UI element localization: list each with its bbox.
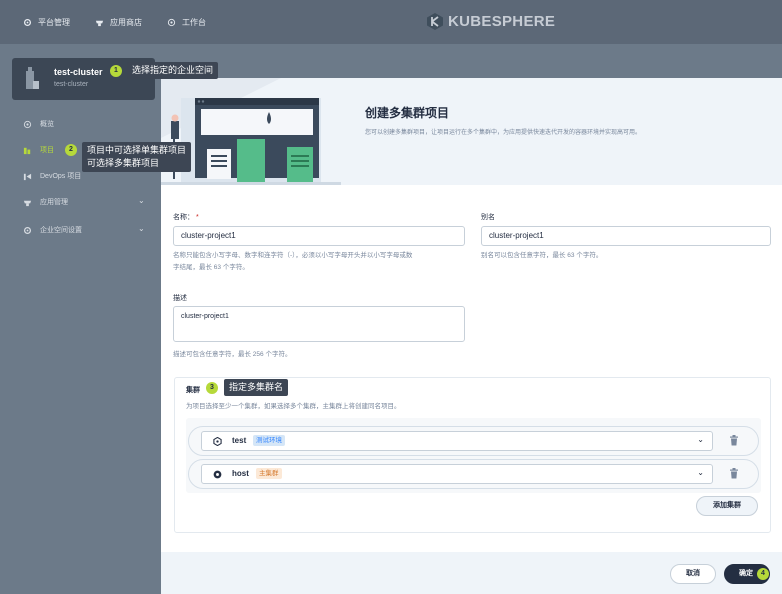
cluster-section: 集群 为项目选择至少一个集群，如果选择多个集群，主集群上将创建同名项目。 tes… xyxy=(174,377,771,533)
chevron-down-icon[interactable]: ⌄ xyxy=(138,196,145,205)
store-icon xyxy=(95,20,104,26)
nav-app-store[interactable]: 应用商店 xyxy=(95,16,142,28)
name-hint-line2: 字结尾，最长 63 个字符。 xyxy=(173,264,249,271)
description-hint: 描述可包含任意字符，最长 256 个字符。 xyxy=(173,351,292,358)
sidebar-item-app-management[interactable]: 应用管理 xyxy=(23,196,68,208)
cluster-env-badge: 测试环境 xyxy=(253,435,285,446)
chevron-down-icon[interactable]: ⌄ xyxy=(138,224,145,233)
top-bar: 平台管理 应用商店 工作台 KUBESPHERE xyxy=(0,0,782,44)
alias-label: 别名 xyxy=(481,214,495,221)
description-textarea[interactable]: cluster-project1 xyxy=(173,306,465,342)
modal-footer: 取消 确定 xyxy=(161,552,782,594)
nav-label: 应用商店 xyxy=(110,17,142,27)
name-input[interactable]: cluster-project1 xyxy=(173,226,465,246)
brand-logo: KUBESPHERE xyxy=(427,13,555,30)
project-icon xyxy=(23,147,31,154)
modal-banner: 创建多集群项目 您可以创建多集群项目，让项目运行在多个集群中，为应用提供快速迭代… xyxy=(161,78,782,185)
sidebar-item-workspace-settings[interactable]: 企业空间设置 xyxy=(23,224,82,236)
kubesphere-logo-icon xyxy=(427,13,443,30)
devops-icon xyxy=(23,173,32,180)
step-marker-4: 4 xyxy=(757,568,769,580)
cluster-list: test 测试环境 ⌄ host 主集群 ⌄ xyxy=(186,418,761,493)
chevron-down-icon: ⌄ xyxy=(697,468,704,477)
name-hint-line1: 名称只能包含小写字母、数字和连字符（-），必须以小写字母开头并以小写字母或数 xyxy=(173,252,413,259)
step-marker-1: 1 xyxy=(110,65,122,77)
cluster-row-test: test 测试环境 ⌄ xyxy=(188,426,759,456)
alias-input[interactable]: cluster-project1 xyxy=(481,226,771,246)
workspace-subtitle: test-cluster xyxy=(54,81,89,88)
cluster-select-test[interactable]: test 测试环境 ⌄ xyxy=(201,431,713,451)
cluster-name: host xyxy=(232,469,249,478)
trash-icon[interactable] xyxy=(729,435,739,446)
settings-icon xyxy=(23,226,32,234)
nav-workbench[interactable]: 工作台 xyxy=(167,16,206,28)
cluster-host-badge: 主集群 xyxy=(256,468,282,479)
sidebar-item-overview[interactable]: 概览 xyxy=(23,118,54,130)
create-project-modal: 创建多集群项目 您可以创建多集群项目，让项目运行在多个集群中，为应用提供快速迭代… xyxy=(161,78,782,594)
nav-label: 工作台 xyxy=(182,17,206,27)
step-marker-2: 2 xyxy=(65,144,77,156)
sidebar-item-projects[interactable]: 项目 xyxy=(23,144,54,156)
sidebar-item-label: 企业空间设置 xyxy=(40,227,82,234)
cluster-select-host[interactable]: host 主集群 ⌄ xyxy=(201,464,713,484)
modal-title: 创建多集群项目 xyxy=(365,106,450,120)
workspace-icon xyxy=(26,67,39,89)
cluster-section-title: 集群 xyxy=(186,387,200,394)
sidebar-item-label: 应用管理 xyxy=(40,199,68,206)
cluster-icon xyxy=(213,437,222,446)
sidebar-item-label: 项目 xyxy=(40,147,54,154)
app-icon xyxy=(23,200,32,206)
required-mark: * xyxy=(195,214,199,221)
annotation-step1: 选择指定的企业空间 xyxy=(127,62,219,79)
name-label: 名称： * xyxy=(173,214,199,221)
annotation-step2: 项目中可选择单集群项目 可选择多集群项目 xyxy=(82,142,192,172)
add-cluster-button[interactable]: 添加集群 xyxy=(696,496,758,516)
brand-name: KUBESPHERE xyxy=(448,13,556,30)
nav-platform-management[interactable]: 平台管理 xyxy=(23,16,70,28)
chevron-down-icon: ⌄ xyxy=(697,435,704,444)
trash-icon[interactable] xyxy=(729,468,739,479)
dashboard-icon xyxy=(167,18,176,26)
nav-label: 平台管理 xyxy=(38,17,70,27)
host-cluster-icon xyxy=(213,470,222,479)
sidebar-item-label: DevOps 项目 xyxy=(40,173,82,180)
cluster-name: test xyxy=(232,436,247,445)
cluster-row-host: host 主集群 ⌄ xyxy=(188,459,759,489)
modal-description: 您可以创建多集群项目，让项目运行在多个集群中，为应用提供快速迭代开发的容器环境并… xyxy=(365,130,642,136)
workspace-name: test-cluster xyxy=(54,67,103,77)
step-marker-3: 3 xyxy=(206,382,218,394)
description-label: 描述 xyxy=(173,295,187,302)
gear-icon xyxy=(23,18,32,26)
alias-hint: 别名可以包含任意字符，最长 63 个字符。 xyxy=(481,252,603,259)
sidebar-item-label: 概览 xyxy=(40,121,54,128)
sidebar-item-devops[interactable]: DevOps 项目 xyxy=(23,170,81,182)
cluster-section-description: 为项目选择至少一个集群，如果选择多个集群，主集群上将创建同名项目。 xyxy=(186,403,401,410)
cancel-button[interactable]: 取消 xyxy=(670,564,716,584)
overview-icon xyxy=(23,120,32,128)
annotation-step3: 指定多集群名 xyxy=(224,379,289,396)
